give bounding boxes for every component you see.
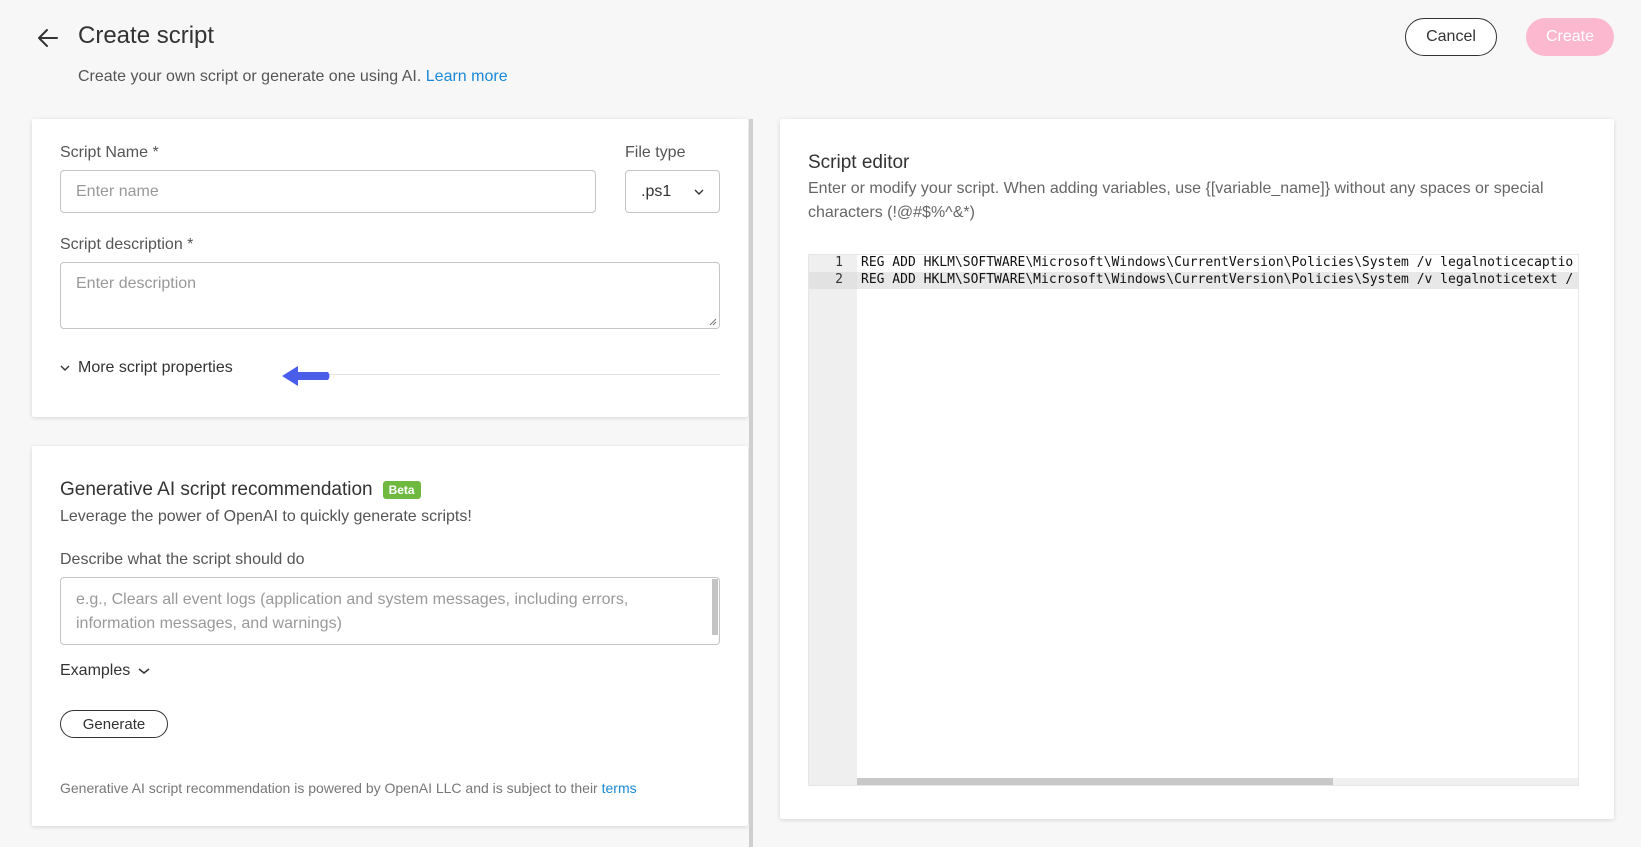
generate-button[interactable]: Generate (60, 710, 168, 738)
examples-toggle[interactable]: Examples (60, 662, 150, 680)
ai-subtitle: Leverage the power of OpenAI to quickly … (60, 508, 472, 525)
code-line[interactable]: REG ADD HKLM\SOFTWARE\Microsoft\Windows\… (857, 272, 1578, 289)
editor-subtitle: Enter or modify your script. When adding… (808, 180, 1544, 221)
file-type-value: .ps1 (641, 182, 672, 200)
arrow-left-icon (38, 29, 58, 47)
examples-label: Examples (60, 662, 131, 679)
beta-badge: Beta (382, 481, 421, 499)
more-script-properties-label: More script properties (78, 359, 233, 376)
panel-scrollbar[interactable] (749, 119, 753, 847)
page-subtitle-text: Create your own script or generate one u… (78, 68, 422, 85)
horizontal-scrollbar[interactable] (857, 778, 1578, 785)
file-type-select[interactable]: .ps1 (625, 170, 720, 213)
create-button[interactable]: Create (1526, 18, 1614, 56)
chevron-down-icon (694, 189, 704, 195)
script-description-label: Script description * (60, 236, 194, 253)
section-divider (302, 374, 720, 375)
ai-section-title: Generative AI script recommendation Beta (60, 479, 421, 501)
ai-disclaimer: Generative AI script recommendation is p… (60, 780, 637, 796)
scrollbar-thumb[interactable] (857, 778, 1333, 785)
chevron-down-icon (138, 668, 150, 674)
page-subtitle: Create your own script or generate one u… (78, 68, 508, 86)
ai-recommendation-card: Generative AI script recommendation Beta… (32, 446, 748, 826)
ai-prompt-placeholder: e.g., Clears all event logs (application… (76, 591, 629, 632)
script-editor-card: Script editor Enter or modify your scrip… (780, 119, 1614, 819)
chevron-down-icon (60, 365, 70, 371)
ai-prompt-label: Describe what the script should do (60, 551, 305, 568)
file-type-label: File type (625, 144, 686, 161)
back-button[interactable] (34, 24, 62, 52)
ai-prompt-input[interactable]: e.g., Clears all event logs (application… (60, 577, 720, 645)
script-description-input[interactable]: Enter description (60, 262, 720, 329)
code-line[interactable]: REG ADD HKLM\SOFTWARE\Microsoft\Windows\… (857, 255, 1578, 272)
line-number: 2 (809, 272, 857, 289)
code-editor[interactable]: 1 2 REG ADD HKLM\SOFTWARE\Microsoft\Wind… (808, 254, 1579, 786)
ai-title-text: Generative AI script recommendation (60, 479, 373, 500)
learn-more-link[interactable]: Learn more (426, 68, 508, 85)
script-name-input[interactable]: Enter name (60, 170, 596, 213)
line-number: 1 (835, 255, 843, 270)
page-title: Create script (78, 22, 215, 49)
terms-link[interactable]: terms (602, 780, 637, 796)
script-properties-card: Script Name * Enter name File type .ps1 … (32, 119, 748, 417)
pointer-arrow-icon (282, 366, 330, 386)
cancel-button[interactable]: Cancel (1405, 18, 1497, 56)
ai-disclaimer-text: Generative AI script recommendation is p… (60, 780, 598, 796)
more-script-properties-toggle[interactable]: More script properties (60, 359, 233, 377)
page-header: Create script Create your own script or … (0, 0, 1641, 100)
script-description-placeholder: Enter description (76, 275, 197, 292)
scrollbar[interactable] (712, 579, 718, 635)
line-number-gutter: 1 2 (809, 255, 857, 785)
script-name-placeholder: Enter name (76, 183, 159, 200)
script-name-label: Script Name * (60, 144, 159, 161)
editor-title: Script editor (808, 152, 910, 173)
resize-handle-icon[interactable] (709, 318, 717, 326)
